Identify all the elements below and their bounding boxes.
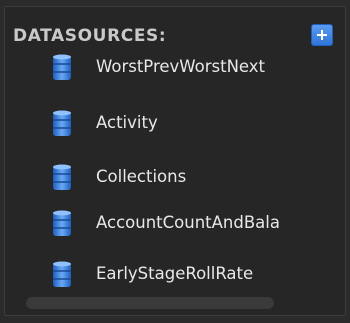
datasource-item[interactable]: WorstPrevWorstNext [47, 49, 343, 87]
datasource-label: Activity [96, 113, 158, 132]
datasource-item[interactable]: AccountCountAndBala [47, 205, 343, 243]
datasource-item[interactable]: Activity [47, 105, 343, 143]
datasource-label: Collections [96, 167, 187, 186]
database-icon [53, 54, 71, 80]
database-icon [53, 164, 71, 190]
datasource-item[interactable]: EarlyStageRollRate [47, 256, 343, 294]
datasource-label: AccountCountAndBala [96, 213, 280, 232]
database-icon [53, 110, 71, 136]
datasource-list: WorstPrevWorstNext Activity Collections [5, 7, 345, 315]
database-icon [53, 261, 71, 287]
horizontal-scrollbar[interactable] [26, 297, 274, 309]
datasource-label: EarlyStageRollRate [96, 264, 254, 283]
datasource-label: WorstPrevWorstNext [96, 57, 266, 76]
datasource-item[interactable]: Collections [47, 159, 343, 197]
datasources-panel: DATASOURCES: WorstPrevWorstNext Activity… [4, 6, 346, 316]
database-icon [53, 210, 71, 236]
